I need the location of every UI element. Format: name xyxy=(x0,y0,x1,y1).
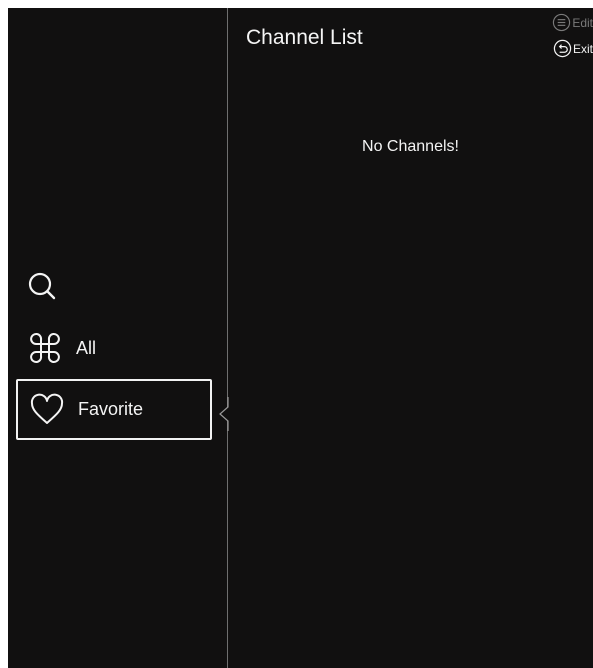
empty-state-message: No Channels! xyxy=(362,138,459,155)
exit-hint[interactable]: Exit xyxy=(553,39,593,58)
panel-divider xyxy=(227,8,228,668)
exit-label: Exit xyxy=(572,41,593,56)
sidebar: All Favorite xyxy=(8,8,227,668)
command-icon xyxy=(26,329,64,367)
search-icon xyxy=(28,272,56,300)
sidebar-item-all[interactable]: All xyxy=(16,318,211,378)
channel-list-screen: All Favorite Channel List No Channels! E… xyxy=(8,8,593,668)
edit-hint[interactable]: Edit xyxy=(552,13,593,32)
heart-icon xyxy=(28,391,66,429)
edit-label: Edit xyxy=(572,15,593,30)
sidebar-item-label: All xyxy=(76,337,97,358)
menu-icon xyxy=(553,13,571,32)
sidebar-item-favorite[interactable]: Favorite xyxy=(16,379,212,440)
back-icon xyxy=(553,39,572,58)
sidebar-item-search[interactable] xyxy=(22,266,62,306)
page-title: Channel List xyxy=(246,26,363,49)
sidebar-item-label: Favorite xyxy=(78,399,144,419)
